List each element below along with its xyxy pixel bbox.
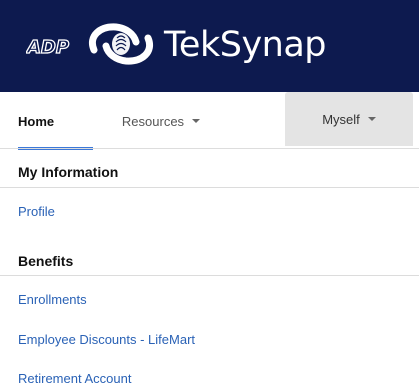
- section-my-information: My Information: [18, 164, 119, 180]
- tab-myself[interactable]: Myself: [285, 92, 413, 146]
- section-divider: [0, 275, 419, 276]
- caret-down-icon: [192, 119, 201, 123]
- menu-link-employee-discounts[interactable]: Employee Discounts - LifeMart: [18, 332, 195, 347]
- nav-divider: [0, 148, 419, 149]
- tab-home[interactable]: Home: [18, 96, 93, 150]
- tab-resources[interactable]: Resources: [106, 96, 216, 146]
- brand-name: TekSynap: [164, 25, 327, 65]
- section-divider: [0, 187, 419, 188]
- main-nav: Home Resources Myself: [0, 92, 419, 150]
- menu-link-enrollments[interactable]: Enrollments: [18, 292, 87, 307]
- section-benefits: Benefits: [18, 253, 74, 269]
- svg-text:ADP: ADP: [26, 37, 69, 58]
- menu-link-profile[interactable]: Profile: [18, 204, 55, 219]
- caret-down-icon: [367, 117, 376, 121]
- menu-link-retirement-account[interactable]: Retirement Account: [18, 371, 131, 386]
- adp-logo: ADP: [26, 36, 70, 58]
- tab-resources-label: Resources: [121, 113, 185, 129]
- teksynap-fingerprint-icon: [89, 23, 153, 65]
- tab-myself-label: Myself: [322, 111, 360, 127]
- app-header: ADP TekSynap: [0, 0, 419, 92]
- tab-home-label: Home: [18, 113, 55, 129]
